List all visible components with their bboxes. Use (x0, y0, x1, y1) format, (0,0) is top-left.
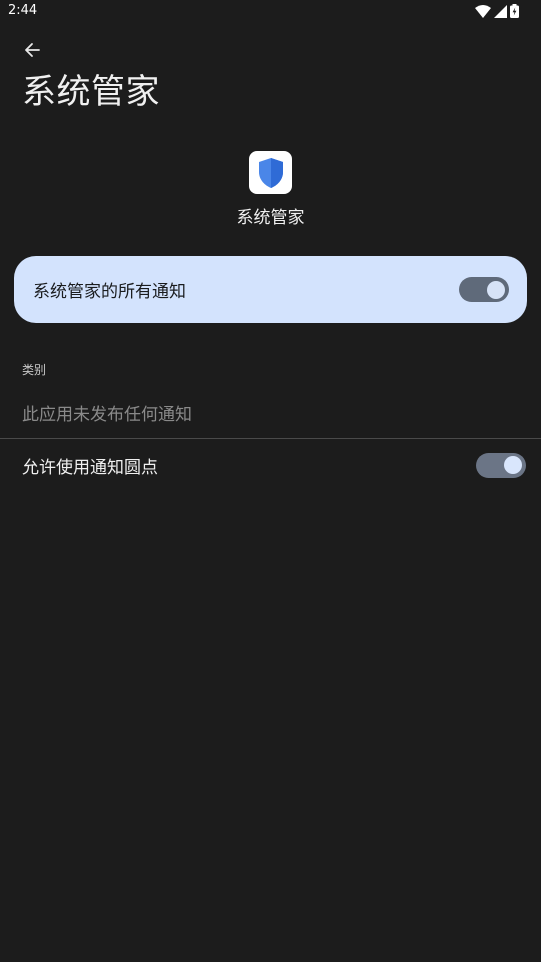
notification-dot-label: 允许使用通知圆点 (22, 457, 158, 478)
shield-icon (258, 157, 283, 188)
all-notifications-switch[interactable] (459, 277, 509, 302)
page-title: 系统管家 (22, 72, 160, 112)
status-icons (475, 4, 519, 18)
app-name: 系统管家 (236, 208, 305, 228)
notification-dot-toggle-row[interactable]: 允许使用通知圆点 (0, 439, 541, 491)
wifi-icon (475, 4, 491, 18)
back-button[interactable] (20, 38, 44, 62)
switch-thumb (504, 456, 522, 474)
all-notifications-toggle-row[interactable]: 系统管家的所有通知 (14, 256, 527, 323)
app-icon (249, 151, 292, 194)
notification-dot-switch[interactable] (476, 452, 526, 478)
status-time: 2:44 (8, 3, 38, 18)
status-bar: 2:44 (0, 0, 541, 24)
app-header: 系统管家 (0, 151, 541, 228)
categories-header: 类别 (22, 363, 47, 377)
cell-signal-icon (494, 4, 507, 18)
all-notifications-label: 系统管家的所有通知 (33, 282, 186, 302)
switch-thumb (487, 280, 505, 299)
battery-charging-icon (510, 4, 519, 18)
arrow-left-icon (25, 43, 40, 57)
no-categories-text: 此应用未发布任何通知 (22, 405, 192, 425)
